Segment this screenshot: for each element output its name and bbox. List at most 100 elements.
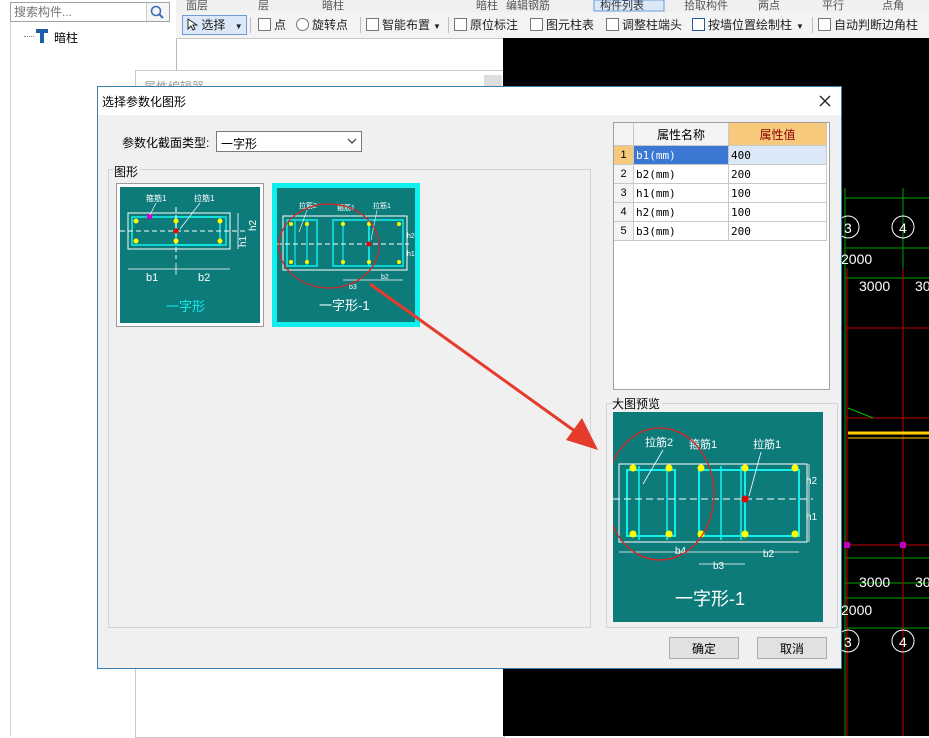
origin-annotate-button[interactable]: 原位标注 — [454, 16, 518, 34]
annotate-icon — [454, 18, 467, 31]
property-value[interactable]: 200 — [728, 221, 827, 241]
rotate-point-button[interactable]: 旋转点 — [296, 16, 348, 34]
tie-label: 拉筋1 — [373, 201, 391, 210]
shape-thumbnail-2[interactable]: 拉筋2 箍筋1 拉筋1 b3 b2 h2 h1 一字形-1 — [272, 183, 420, 327]
origin-annotate-label: 原位标注 — [470, 18, 519, 32]
property-table: 属性名称 属性值 1 b1(mm) 400 2 b2(mm) 200 3 h1(… — [613, 122, 830, 390]
property-value[interactable]: 200 — [728, 164, 827, 184]
table-row[interactable]: 3 h1(mm) 100 — [614, 183, 827, 203]
drawing-toolbar: 选择 ▼ 点 旋转点 智能布置 ▼ 原位标注 图元柱表 调整柱端头 按墙位置绘制柱… — [176, 12, 929, 39]
ok-button[interactable]: 确定 — [669, 637, 739, 659]
tree-guide-line — [10, 22, 11, 736]
table-row[interactable]: 5 b3(mm) 200 — [614, 221, 827, 241]
row-index: 4 — [614, 202, 634, 222]
corner-icon — [818, 18, 831, 31]
property-value[interactable]: 400 — [728, 145, 827, 165]
dimension-label: 30 — [915, 574, 929, 590]
column-header-value: 属性值 — [728, 123, 827, 146]
b2-label: b2 — [381, 274, 389, 281]
shapes-label: 图形 — [114, 163, 141, 180]
property-name: b3(mm) — [633, 221, 729, 241]
close-icon[interactable] — [817, 93, 833, 109]
tie2-label: 拉筋2 — [645, 435, 673, 449]
h1-label: h1 — [806, 512, 818, 523]
auto-corner-label: 自动判断边角柱 — [834, 18, 919, 32]
axis-label: 4 — [899, 634, 907, 650]
toolbar-separator — [250, 17, 251, 33]
smart-layout-button[interactable]: 智能布置 ▼ — [366, 16, 441, 34]
green-grid — [844, 188, 929, 736]
column-header-name: 属性名称 — [633, 123, 729, 146]
tie-label: 拉筋1 — [753, 437, 781, 451]
cancel-button[interactable]: 取消 — [757, 637, 827, 659]
pencil-icon — [692, 18, 705, 31]
h2-label: h2 — [806, 476, 818, 487]
table-row[interactable]: 2 b2(mm) 200 — [614, 164, 827, 184]
select-button[interactable]: 选择 ▼ — [182, 15, 247, 35]
element-table-button[interactable]: 图元柱表 — [530, 16, 594, 34]
h1-label: h1 — [238, 235, 249, 247]
search-input[interactable] — [11, 3, 153, 21]
table-header: 属性名称 属性值 — [614, 123, 827, 146]
tree-connector — [24, 36, 34, 37]
draw-by-wall-button[interactable]: 按墙位置绘制柱 ▼ — [692, 16, 804, 34]
row-index: 2 — [614, 164, 634, 184]
cursor-icon — [187, 18, 199, 31]
property-name: b1(mm) — [633, 145, 729, 165]
chevron-down-icon — [347, 138, 357, 144]
adjust-column-end-button[interactable]: 调整柱端头 — [606, 16, 682, 34]
b3-label: b3 — [713, 561, 725, 572]
table-row[interactable]: 4 h2(mm) 100 — [614, 202, 827, 222]
dialog-title: 选择参数化图形 — [102, 95, 187, 109]
toolbar-top-item: 平行 — [822, 0, 844, 12]
h2-label: h2 — [248, 219, 259, 231]
table-icon — [530, 18, 543, 31]
b1-label: b1 — [146, 272, 158, 284]
column-marker — [900, 542, 906, 548]
shape-thumbnail-1[interactable]: 箍筋1 拉筋1 b1 b2 h1 h2 一字形 — [116, 183, 264, 327]
search-icon — [150, 5, 164, 19]
dimension-label: 3000 — [859, 574, 890, 590]
b2-label: b2 — [763, 549, 775, 560]
preview-image: 拉筋2 箍筋1 拉筋1 h2 h1 b4 b2 b3 一字形-1 — [605, 412, 823, 622]
dimension-label: 2000 — [841, 251, 872, 267]
point-button[interactable]: 点 — [258, 16, 286, 34]
toolbar-top-item: 面层 — [186, 0, 208, 12]
table-row[interactable]: 1 b1(mm) 400 — [614, 145, 827, 165]
toolbar-top-fragments: 面层 层 暗柱 暗柱 编辑钢筋 构件列表 拾取构件 两点 平行 点角 — [186, 0, 904, 12]
preview-shape-name: 一字形-1 — [675, 589, 745, 609]
toolbar-top-item: 编辑钢筋 — [506, 0, 550, 12]
toolbar-top-item: 暗柱 — [476, 0, 498, 12]
select-label: 选择 — [201, 18, 226, 32]
tie-label: 拉筋1 — [194, 193, 215, 203]
dropdown-arrow-icon[interactable]: ▼ — [235, 22, 243, 31]
dimension-label: 2000 — [841, 602, 872, 618]
section-type-value: 一字形 — [221, 137, 258, 151]
property-name: h2(mm) — [633, 202, 729, 222]
axis-label: 4 — [899, 220, 907, 236]
shape-diagram-yiziXing-1: 拉筋2 箍筋1 拉筋1 b3 b2 h2 h1 一字形-1 — [277, 188, 415, 322]
dimension-label: 3000 — [859, 278, 890, 294]
search-button[interactable] — [146, 3, 169, 21]
axis-label: 3 — [844, 220, 852, 236]
stirrup-label: 箍筋1 — [689, 437, 717, 451]
shape-diagram-yiziXing: 箍筋1 拉筋1 b1 b2 h1 h2 一字形 — [120, 187, 260, 323]
toolbar-top-item: 点角 — [882, 0, 904, 12]
property-value[interactable]: 100 — [728, 183, 827, 203]
red-grid — [845, 268, 929, 736]
grid-icon — [366, 18, 379, 31]
property-value[interactable]: 100 — [728, 202, 827, 222]
smart-layout-label: 智能布置 — [382, 18, 431, 32]
property-name: h1(mm) — [633, 183, 729, 203]
select-parametric-shape-dialog: 选择参数化图形 参数化截面类型: 一字形 图形 箍筋1 拉筋1 b1 b2 h1… — [97, 86, 842, 669]
shape-name: 一字形 — [166, 299, 205, 314]
auto-corner-button[interactable]: 自动判断边角柱 — [818, 16, 918, 34]
row-index: 3 — [614, 183, 634, 203]
b3-label: b3 — [349, 284, 357, 291]
rotate-icon — [296, 18, 309, 31]
search-box — [10, 2, 170, 22]
corner-cell — [614, 123, 634, 146]
adjust-icon — [606, 18, 619, 31]
tree-item-label: 暗柱 — [54, 31, 79, 45]
section-type-select[interactable]: 一字形 — [216, 131, 362, 152]
